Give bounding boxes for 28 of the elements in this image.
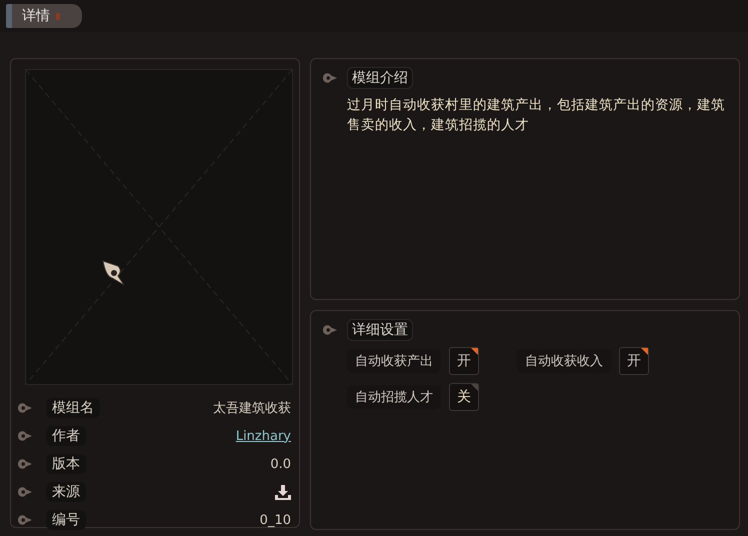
info-label: 来源	[46, 482, 86, 502]
info-value: 太吾建筑收获	[213, 400, 291, 417]
pointer-icon	[102, 260, 126, 286]
title-tab[interactable]: 详情	[6, 4, 82, 28]
section-heading: 详细设置	[347, 319, 413, 341]
setting-label: 自动收获产出	[347, 349, 441, 373]
info-label: 模组名	[46, 398, 100, 418]
bullet-icon	[16, 429, 34, 443]
description-text: 过月时自动收获村里的建筑产出，包括建筑产出的资源，建筑售卖的收入，建筑招揽的人才	[347, 96, 726, 135]
bullet-icon	[16, 485, 34, 499]
bullet-icon	[16, 513, 34, 527]
setting-label: 自动收获收入	[517, 349, 611, 373]
author-link[interactable]: Linzhary	[236, 428, 291, 444]
toggle-button[interactable]: 开	[449, 347, 479, 375]
section-heading: 模组介绍	[347, 67, 413, 89]
info-label: 作者	[46, 426, 86, 446]
download-icon[interactable]	[275, 484, 291, 500]
bullet-icon	[321, 323, 339, 337]
info-value: 0.0	[270, 456, 291, 472]
info-label: 编号	[46, 510, 86, 530]
toggle-button[interactable]: 关	[449, 383, 479, 411]
bullet-icon	[16, 457, 34, 471]
bullet-icon	[16, 401, 34, 415]
setting-label: 自动招揽人才	[347, 385, 441, 409]
info-value: 0_10	[260, 512, 291, 528]
toggle-button[interactable]: 开	[619, 347, 649, 375]
info-label: 版本	[46, 454, 86, 474]
bullet-icon	[321, 71, 339, 85]
